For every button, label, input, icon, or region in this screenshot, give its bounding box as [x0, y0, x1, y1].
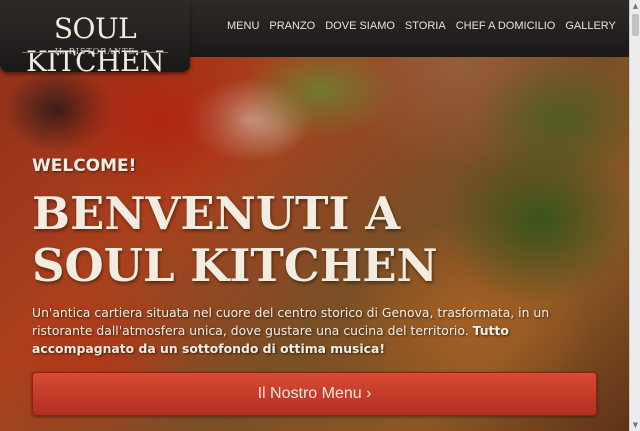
welcome-heading: WELCOME! — [32, 156, 137, 176]
headline-line-2: SOUL KITCHEN — [32, 239, 438, 292]
hero-intro-text: Un'antica cartiera situata nel cuore del… — [32, 304, 592, 358]
nav-item-storia[interactable]: STORIA — [405, 20, 446, 32]
logo[interactable]: SOUL KITCHEN IL RISTORANTE — [0, 0, 190, 78]
nav-item-pranzo[interactable]: PRANZO — [269, 20, 315, 32]
scroll-up-arrow-icon[interactable]: ▲ — [630, 0, 640, 12]
main-nav: MENU PRANZO DOVE SIAMO STORIA CHEF A DOM… — [227, 20, 616, 32]
nav-item-dove-siamo[interactable]: DOVE SIAMO — [325, 20, 395, 32]
headline-line-1: BENVENUTI A — [32, 187, 401, 240]
logo-divider-right — [126, 52, 168, 53]
logo-title: SOUL KITCHEN — [26, 12, 164, 78]
scroll-down-arrow-icon[interactable]: ▼ — [630, 419, 640, 431]
page-scrollbar[interactable]: ▲ ▼ — [629, 0, 640, 431]
scroll-thumb[interactable] — [632, 14, 639, 36]
intro-text: Un'antica cartiera situata nel cuore del… — [32, 305, 550, 338]
nav-item-chef-a-domicilio[interactable]: CHEF A DOMICILIO — [456, 20, 556, 32]
menu-cta-button[interactable]: Il Nostro Menu › — [32, 372, 597, 416]
nav-item-gallery[interactable]: GALLERY — [565, 20, 616, 32]
nav-item-menu[interactable]: MENU — [227, 20, 259, 32]
hero-headline: BENVENUTI A SOUL KITCHEN — [32, 188, 452, 292]
